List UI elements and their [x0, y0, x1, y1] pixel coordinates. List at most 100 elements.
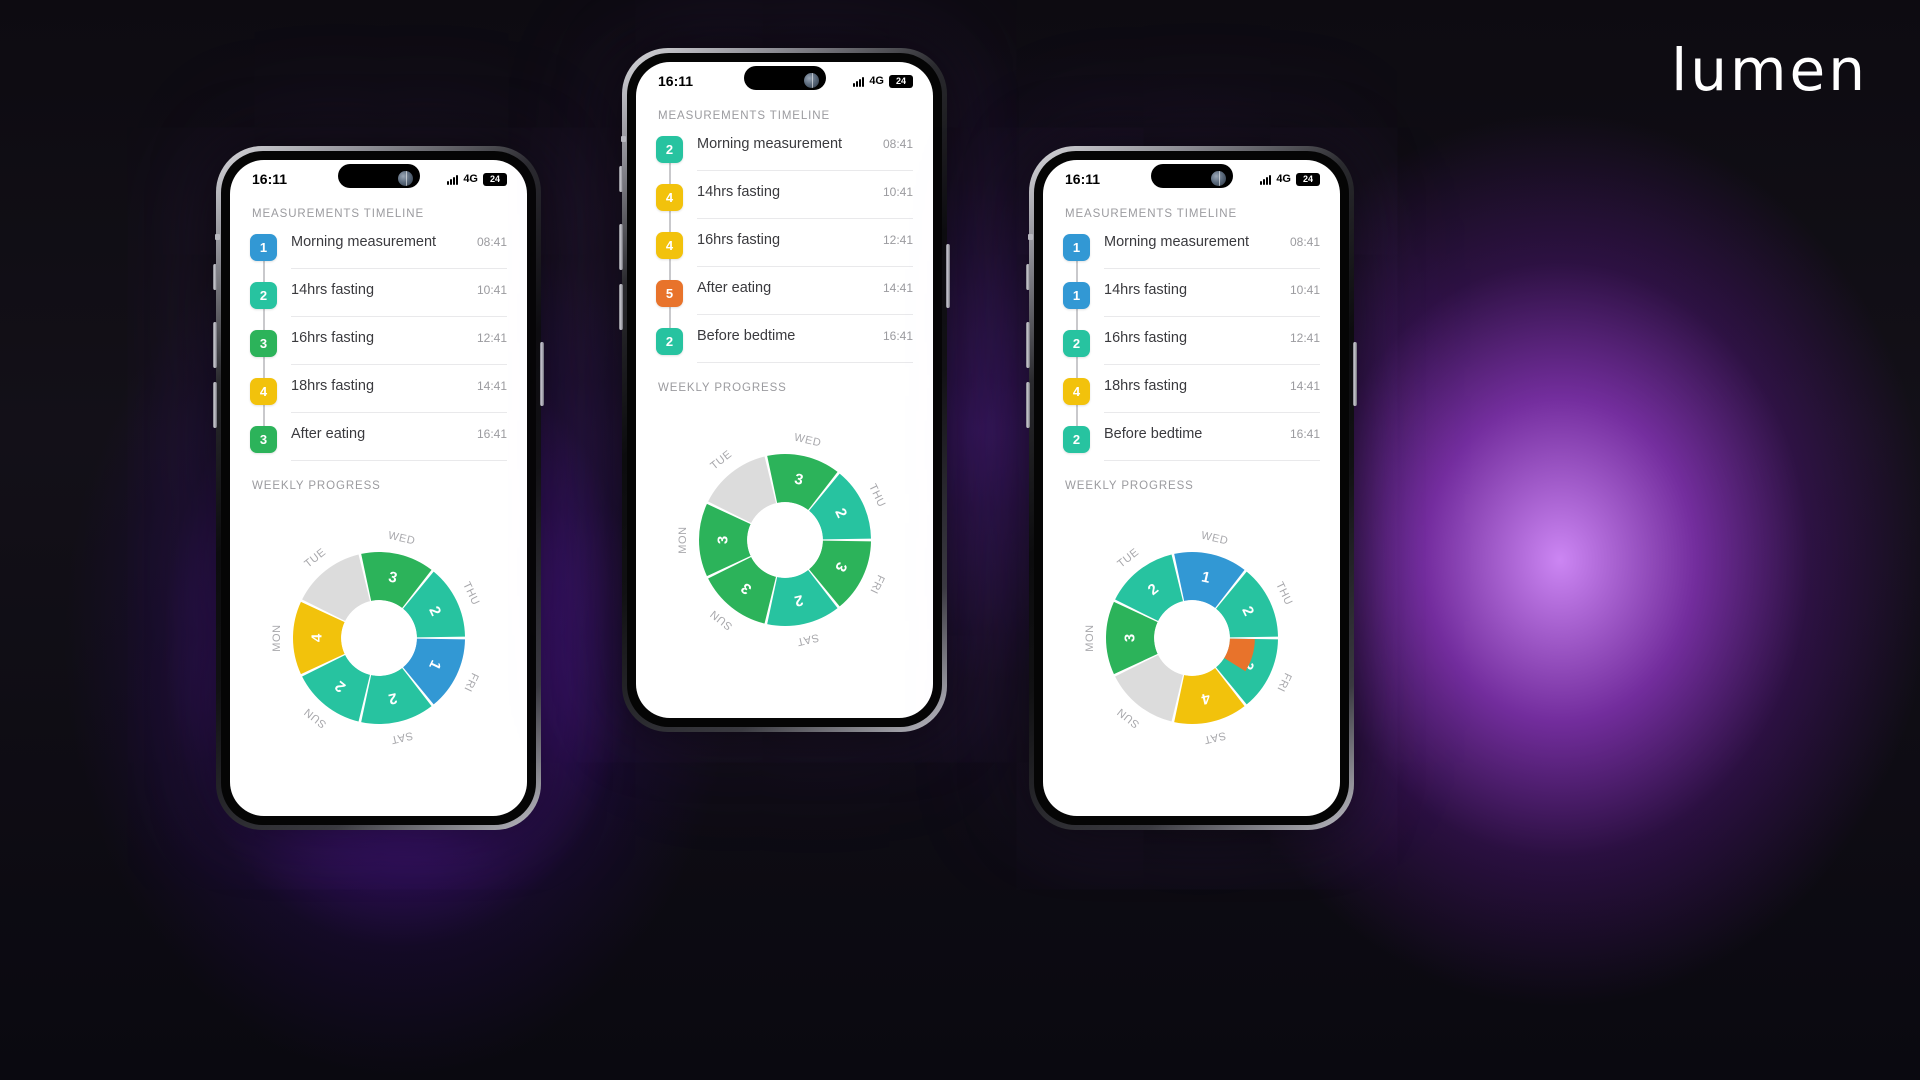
- timeline-row-label: After eating: [291, 426, 366, 442]
- timeline-row[interactable]: 4 14hrs fasting 10:41: [656, 184, 913, 242]
- timeline-row-label: 16hrs fasting: [291, 330, 375, 346]
- timeline-row-time: 08:41: [882, 137, 913, 151]
- timeline-row[interactable]: 4 18hrs fasting 14:41: [1063, 378, 1320, 436]
- phone-mockup-left: 16:11 4G 24 MEASUREMENTS TIMELINE 1 Morning m…: [213, 146, 544, 830]
- timeline-row[interactable]: 2 Before bedtime 16:41: [656, 328, 913, 376]
- timeline-badge: 2: [1063, 426, 1090, 453]
- donut-day-label-sat: SAT: [1202, 729, 1226, 746]
- volume-button[interactable]: [213, 382, 217, 428]
- network-type-label: 4G: [869, 75, 884, 87]
- timeline-row-time: 14:41: [882, 281, 913, 295]
- timeline-row-body: 16hrs fasting 12:41: [1104, 330, 1320, 365]
- battery-indicator: 24: [483, 172, 507, 186]
- donut-center-hole: [1153, 600, 1230, 676]
- volume-button[interactable]: [213, 322, 217, 368]
- weekly-progress-donut: 4MONTUE3WED2THU1FRI2SAT2SUN: [271, 530, 482, 746]
- timeline-row-time: 12:41: [882, 233, 913, 247]
- status-bar-time: 16:11: [1065, 171, 1101, 187]
- antenna-band: [1028, 234, 1033, 240]
- timeline-row-label: Before bedtime: [1104, 426, 1203, 442]
- timeline-section-title: MEASUREMENTS TIMELINE: [658, 110, 831, 122]
- timeline-row[interactable]: 3 16hrs fasting 12:41: [250, 330, 507, 388]
- timeline-row[interactable]: 2 Before bedtime 16:41: [1063, 426, 1320, 474]
- donut-day-label-thu: THU: [1273, 580, 1294, 607]
- volume-button[interactable]: [619, 166, 623, 192]
- volume-button[interactable]: [619, 224, 623, 270]
- donut-day-label-fri: FRI: [1274, 671, 1293, 694]
- weekly-progress-chart: 3 MON TUE 3 WED 2 THU 3 FRI 2 SAT 3 SUN: [656, 420, 913, 660]
- timeline-row-label: 18hrs fasting: [1104, 378, 1188, 394]
- timeline-row-body: Morning measurement 08:41: [1104, 234, 1320, 269]
- status-bar: 16:11 4G 24: [636, 62, 933, 100]
- phone-mockup-right: 16:11 4G 24 MEASUREMENTS TIMELINE 1 Morning m…: [1026, 146, 1357, 830]
- timeline-row-label: Morning measurement: [1104, 234, 1250, 250]
- volume-button[interactable]: [1026, 382, 1030, 428]
- progress-section-title: WEEKLY PROGRESS: [1065, 480, 1194, 492]
- power-button[interactable]: [540, 342, 544, 406]
- timeline-row[interactable]: 5 After eating 14:41: [656, 280, 913, 338]
- status-bar-indicators: 4G 24: [853, 74, 913, 88]
- timeline-badge: 4: [1063, 378, 1090, 405]
- status-bar: 16:11 4G 24: [230, 160, 527, 198]
- timeline-row-label: 14hrs fasting: [697, 184, 781, 200]
- measurements-timeline: 1 Morning measurement 08:41 1 14hrs fasting 1…: [1063, 234, 1320, 474]
- donut-day-label-mon: MON: [1084, 624, 1096, 651]
- donut-segment-value: 3: [714, 536, 731, 544]
- timeline-row-label: 16hrs fasting: [697, 232, 781, 248]
- timeline-row-body: Before bedtime 16:41: [1104, 426, 1320, 461]
- timeline-badge: 4: [656, 184, 683, 211]
- timeline-row-time: 12:41: [476, 331, 507, 345]
- timeline-badge: 3: [250, 330, 277, 357]
- donut-day-label-sat: SAT: [795, 631, 819, 648]
- donut-day-label-wed: WED: [386, 530, 415, 548]
- timeline-row[interactable]: 1 14hrs fasting 10:41: [1063, 282, 1320, 340]
- power-button[interactable]: [946, 244, 950, 308]
- volume-button[interactable]: [213, 264, 217, 290]
- timeline-row-body: 18hrs fasting 14:41: [1104, 378, 1320, 413]
- timeline-row[interactable]: 4 16hrs fasting 12:41: [656, 232, 913, 290]
- antenna-band: [621, 136, 626, 142]
- timeline-row-time: 10:41: [882, 185, 913, 199]
- status-bar-time: 16:11: [252, 171, 288, 187]
- timeline-badge: 1: [1063, 234, 1090, 261]
- phone-content: MEASUREMENTS TIMELINE 1 Morning measuremen…: [1043, 208, 1340, 758]
- weekly-progress-donut: 3MON2TUE1WED2THU2FRI4SATSUN: [1084, 530, 1295, 746]
- timeline-badge: 1: [250, 234, 277, 261]
- status-bar-time: 16:11: [658, 73, 694, 89]
- volume-button[interactable]: [619, 284, 623, 330]
- timeline-row-body: 14hrs fasting 10:41: [697, 184, 913, 219]
- timeline-row-body: Morning measurement 08:41: [291, 234, 507, 269]
- timeline-row-label: 14hrs fasting: [1104, 282, 1188, 298]
- phone-bezel: 16:11 4G 24 MEASUREMENTS TIMELINE 1 Morning m…: [1034, 151, 1349, 825]
- timeline-row-time: 16:41: [476, 427, 507, 441]
- donut-container: 3 MON TUE 3 WED 2 THU 3 FRI 2 SAT 3 SUN: [665, 420, 905, 660]
- donut-day-label-tue: TUE: [708, 448, 734, 472]
- donut-day-label-thu: THU: [460, 580, 481, 607]
- timeline-badge: 4: [250, 378, 277, 405]
- timeline-badge: 5: [656, 280, 683, 307]
- power-button[interactable]: [1353, 342, 1357, 406]
- timeline-row[interactable]: 4 18hrs fasting 14:41: [250, 378, 507, 436]
- timeline-row[interactable]: 2 Morning measurement 08:41: [656, 136, 913, 194]
- phone-content: MEASUREMENTS TIMELINE 2 Morning measuremen…: [636, 110, 933, 660]
- phone-bezel: 16:11 4G 24 MEASUREMENTS TIMELINE 1 Morning m…: [221, 151, 536, 825]
- signal-bars-icon: [853, 76, 865, 87]
- timeline-row[interactable]: 2 14hrs fasting 10:41: [250, 282, 507, 340]
- phone-screen-center: 16:11 4G 24 MEASUREMENTS TIMELINE 2 Morning m…: [636, 62, 933, 718]
- antenna-band: [215, 234, 220, 240]
- donut-day-label-sat: SAT: [389, 729, 413, 746]
- timeline-row[interactable]: 3 After eating 16:41: [250, 426, 507, 474]
- timeline-row[interactable]: 2 16hrs fasting 12:41: [1063, 330, 1320, 388]
- phone-screen-right: 16:11 4G 24 MEASUREMENTS TIMELINE 1 Morning m…: [1043, 160, 1340, 816]
- timeline-row[interactable]: 1 Morning measurement 08:41: [1063, 234, 1320, 292]
- timeline-badge: 2: [250, 282, 277, 309]
- volume-button[interactable]: [1026, 322, 1030, 368]
- timeline-badge: 3: [250, 426, 277, 453]
- timeline-row-label: After eating: [697, 280, 772, 296]
- donut-day-label-sun: SUN: [1114, 705, 1141, 730]
- donut-day-label-thu: THU: [866, 482, 887, 509]
- timeline-row[interactable]: 1 Morning measurement 08:41: [250, 234, 507, 292]
- timeline-row-label: 16hrs fasting: [1104, 330, 1188, 346]
- volume-button[interactable]: [1026, 264, 1030, 290]
- status-bar-indicators: 4G 24: [447, 172, 507, 186]
